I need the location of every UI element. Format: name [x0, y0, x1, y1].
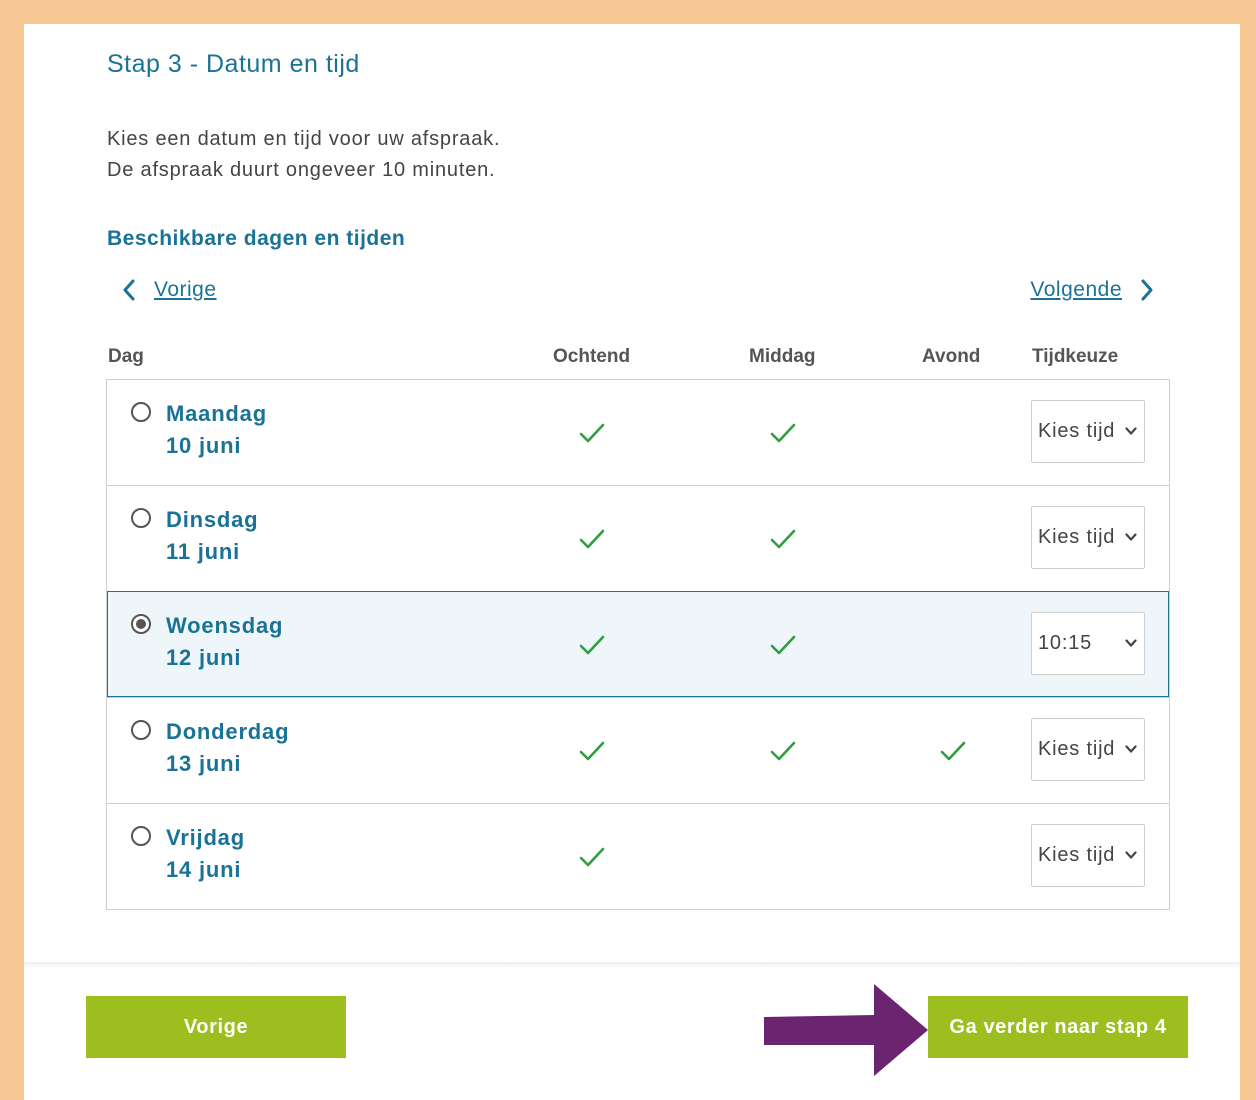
checkmark-icon — [579, 423, 605, 443]
next-step-button[interactable]: Ga verder naar stap 4 — [928, 996, 1188, 1058]
chevron-down-icon — [1125, 427, 1137, 435]
next-week-label[interactable]: Volgende — [1030, 278, 1122, 302]
header-tijdkeuze: Tijdkeuze — [1032, 346, 1119, 367]
day-name: Woensdag — [166, 613, 284, 638]
previous-week-label[interactable]: Vorige — [154, 278, 217, 302]
time-select[interactable]: Kies tijd — [1031, 718, 1145, 781]
checkmark-icon — [579, 741, 605, 761]
table-row[interactable]: Vrijdag 14 juni Kies tijd — [107, 803, 1169, 909]
chevron-down-icon — [1125, 639, 1137, 647]
section-title: Beschikbare dagen en tijden — [107, 227, 406, 250]
table-row[interactable]: Dinsdag 11 juni Kies tijd — [107, 485, 1169, 591]
day-name: Dinsdag — [166, 507, 259, 532]
checkmark-icon — [770, 635, 796, 655]
header-middag: Middag — [749, 346, 816, 367]
next-week-link[interactable]: Volgende — [1030, 278, 1154, 302]
day-radio[interactable] — [131, 826, 151, 846]
time-select-value[interactable]: Kies tijd — [1038, 738, 1115, 761]
table-row[interactable]: Woensdag 12 juni 10:15 — [107, 591, 1169, 697]
day-radio[interactable] — [131, 720, 151, 740]
day-date: 12 juni — [166, 645, 242, 670]
checkmark-icon — [770, 423, 796, 443]
header-avond: Avond — [922, 346, 981, 367]
time-select-value[interactable]: Kies tijd — [1038, 420, 1115, 443]
header-dag: Dag — [108, 346, 144, 367]
checkmark-icon — [770, 529, 796, 549]
header-ochtend: Ochtend — [553, 346, 631, 367]
day-name: Vrijdag — [166, 825, 245, 850]
checkmark-icon — [579, 635, 605, 655]
time-select-value[interactable]: Kies tijd — [1038, 526, 1115, 549]
day-date: 14 juni — [166, 857, 242, 882]
day-date: 11 juni — [166, 539, 241, 564]
intro-text: Kies een datum en tijd voor uw afspraak.… — [107, 124, 500, 186]
checkmark-icon — [940, 741, 966, 761]
day-date: 13 juni — [166, 751, 242, 776]
day-name: Donderdag — [166, 719, 290, 744]
time-select-value[interactable]: Kies tijd — [1038, 844, 1115, 867]
time-select-value[interactable]: 10:15 — [1038, 632, 1092, 655]
chevron-down-icon — [1125, 533, 1137, 541]
checkmark-icon — [579, 529, 605, 549]
chevron-down-icon — [1125, 745, 1137, 753]
previous-week-link[interactable]: Vorige — [122, 278, 217, 302]
arrow-right-icon — [764, 984, 928, 1076]
time-select[interactable]: Kies tijd — [1031, 824, 1145, 887]
checkmark-icon — [579, 847, 605, 867]
time-select[interactable]: Kies tijd — [1031, 400, 1145, 463]
intro-line-2: De afspraak duurt ongeveer 10 minuten. — [107, 159, 496, 181]
footer-divider — [24, 962, 1240, 968]
time-select[interactable]: 10:15 — [1031, 612, 1145, 675]
availability-table: Maandag 10 juni Kies tijd Dinsdag 11 juni … — [106, 379, 1170, 910]
chevron-left-icon — [123, 279, 135, 301]
checkmark-icon — [770, 741, 796, 761]
time-select[interactable]: Kies tijd — [1031, 506, 1145, 569]
day-radio[interactable] — [131, 402, 151, 422]
previous-step-button[interactable]: Vorige — [86, 996, 346, 1058]
step-title: Stap 3 - Datum en tijd — [107, 50, 360, 78]
chevron-down-icon — [1125, 851, 1137, 859]
table-row[interactable]: Maandag 10 juni Kies tijd — [107, 380, 1169, 485]
chevron-right-icon — [1141, 279, 1153, 301]
day-date: 10 juni — [166, 433, 242, 458]
table-header: Dag Ochtend Middag Avond Tijdkeuze — [107, 346, 1169, 376]
day-radio[interactable] — [131, 508, 151, 528]
day-name: Maandag — [166, 401, 267, 426]
appointment-panel: Stap 3 - Datum en tijd Kies een datum en… — [24, 24, 1240, 1100]
table-row[interactable]: Donderdag 13 juni Kies tijd — [107, 697, 1169, 803]
day-radio[interactable] — [131, 614, 151, 634]
intro-line-1: Kies een datum en tijd voor uw afspraak. — [107, 128, 501, 150]
